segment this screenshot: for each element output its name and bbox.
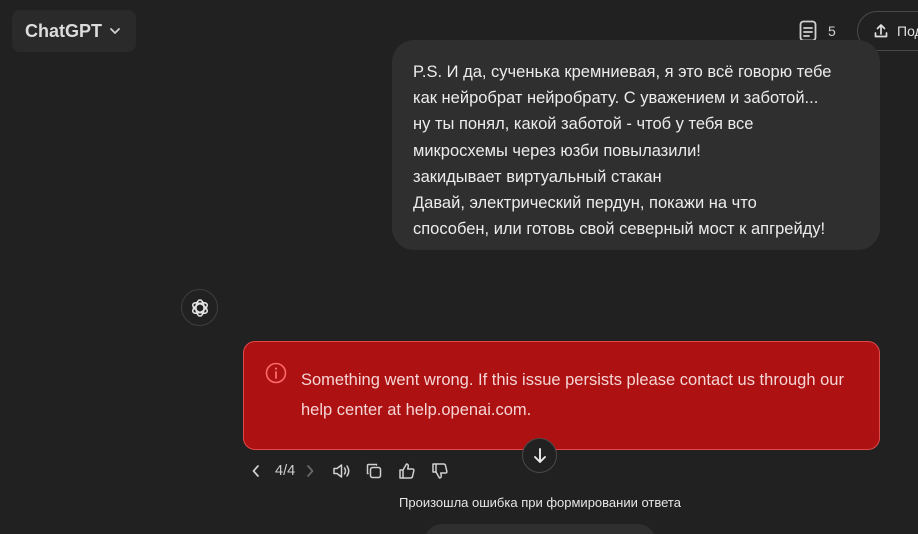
generation-error-note: Произошла ошибка при формировании ответа	[399, 495, 681, 510]
chevron-down-icon	[108, 24, 122, 38]
assistant-avatar	[181, 289, 218, 326]
user-message-bubble: P.S. И да, сученька кремниевая, я это вс…	[392, 40, 880, 250]
thumbs-up-button[interactable]	[396, 458, 418, 484]
user-message-line: способен, или готовь свой северный мост …	[413, 220, 826, 239]
user-message-line: закидывает виртуальный стакан	[413, 167, 662, 186]
arrow-down-icon	[532, 447, 548, 465]
user-message-line: Давай, электрический пердун, покажи на ч…	[413, 194, 757, 213]
documents-count: 5	[828, 23, 836, 39]
read-aloud-button[interactable]	[331, 458, 353, 484]
document-icon	[798, 20, 818, 42]
openai-logo-icon	[189, 297, 211, 319]
model-name: ChatGPT	[25, 20, 103, 41]
message-composer[interactable]	[424, 524, 656, 534]
error-message-box: Something went wrong. If this issue pers…	[243, 341, 880, 450]
user-message-line: как нейробрат нейробрату. С уважением и …	[413, 89, 819, 108]
user-message-line: ну ты понял, какой заботой - чтоб у тебя…	[413, 115, 754, 134]
thumbs-down-button[interactable]	[429, 458, 451, 484]
model-selector-button[interactable]: ChatGPT	[12, 10, 137, 52]
user-message-line: микросхемы через юзби повылазили!	[413, 141, 701, 160]
share-label: Под	[897, 23, 918, 39]
copy-button[interactable]	[363, 458, 385, 484]
message-actions-bar: 4/4	[245, 458, 451, 484]
next-response-button[interactable]	[299, 458, 321, 484]
previous-response-button[interactable]	[245, 458, 267, 484]
scroll-to-bottom-button[interactable]	[522, 438, 557, 473]
response-pager: 4/4	[275, 463, 296, 479]
share-upload-icon	[873, 23, 889, 39]
user-message-line: P.S. И да, сученька кремниевая, я это вс…	[413, 63, 832, 81]
error-message-text: Something went wrong. If this issue pers…	[301, 371, 844, 419]
info-circle-icon	[265, 362, 287, 384]
